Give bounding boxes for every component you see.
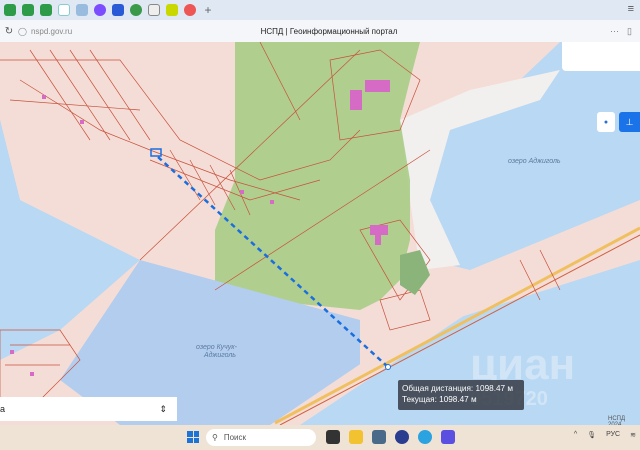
address-bar: ↻ ◯ nspd.gov.ru НСПД | Геоинформационный … — [0, 20, 640, 42]
windows-start-icon[interactable] — [187, 431, 199, 443]
task-view-icon[interactable] — [326, 430, 340, 444]
layer-select[interactable]: а ⇕ — [0, 397, 177, 421]
new-tab-button[interactable]: + — [202, 3, 214, 17]
url-field[interactable]: ◯ nspd.gov.ru — [18, 27, 128, 36]
search-placeholder: Поиск — [223, 433, 247, 442]
locate-button[interactable]: ● — [597, 112, 615, 132]
calculator-icon[interactable] — [372, 430, 386, 444]
more-button[interactable]: ··· — [610, 26, 619, 37]
tab-9[interactable] — [166, 4, 178, 16]
tab-5[interactable] — [94, 4, 106, 16]
search-icon: ⚲ — [212, 433, 218, 442]
map-top-panel — [562, 42, 640, 71]
location-dot-icon: ● — [603, 118, 609, 126]
taskbar-search[interactable]: ⚲ Поиск — [206, 429, 316, 446]
lake-label-adzhigol: озеро Аджиголь — [508, 157, 561, 165]
yandex-browser-icon[interactable] — [395, 430, 409, 444]
ruler-icon: ⊥ — [625, 116, 634, 127]
layer-select-value: а — [0, 404, 6, 414]
file-explorer-icon[interactable] — [349, 430, 363, 444]
shield-icon: ◯ — [18, 26, 27, 36]
measure-end-point — [385, 364, 391, 370]
tab-sheets-2[interactable] — [22, 4, 34, 16]
tab-sheets-1[interactable] — [4, 4, 16, 16]
tab-4[interactable] — [76, 4, 88, 16]
page-title: НСПД | Геоинформационный портал — [260, 26, 398, 36]
measure-button[interactable]: ⊥ — [619, 112, 640, 132]
system-tray: ^ 🎙 РУС ≋ — [574, 431, 636, 439]
app-icon[interactable] — [441, 430, 455, 444]
tab-6[interactable] — [112, 4, 124, 16]
tab-nspd-active[interactable] — [58, 4, 70, 16]
menu-icon[interactable]: ≡ — [628, 3, 634, 15]
chevron-up-icon[interactable]: ^ — [574, 431, 577, 439]
tab-sheets-3[interactable] — [40, 4, 52, 16]
taskbar — [0, 425, 640, 450]
tab-10[interactable] — [184, 4, 196, 16]
tab-bar: + ≡ — [0, 0, 640, 20]
tab-7[interactable] — [130, 4, 142, 16]
wifi-icon[interactable]: ≋ — [630, 431, 636, 439]
reload-icon[interactable]: ↻ — [0, 26, 18, 37]
measure-tooltip: Общая дистанция: 1098.47 м Текущая: 1098… — [398, 380, 524, 410]
current-distance: Текущая: 1098.47 м — [402, 395, 477, 404]
lake-label-kuchuk-2: Аджиголь — [203, 351, 236, 359]
tab-8[interactable] — [148, 4, 160, 16]
lake-label-kuchuk: озеро Кучук- — [196, 344, 238, 351]
total-distance: Общая дистанция: 1098.47 м — [402, 384, 513, 393]
microphone-icon[interactable]: 🎙 — [587, 431, 596, 439]
telegram-icon[interactable] — [418, 430, 432, 444]
url-text: nspd.gov.ru — [30, 26, 73, 36]
language-indicator[interactable]: РУС — [606, 431, 620, 439]
updown-chevron-icon: ⇕ — [159, 403, 167, 414]
bookmark-icon[interactable]: ▯ — [627, 26, 632, 37]
